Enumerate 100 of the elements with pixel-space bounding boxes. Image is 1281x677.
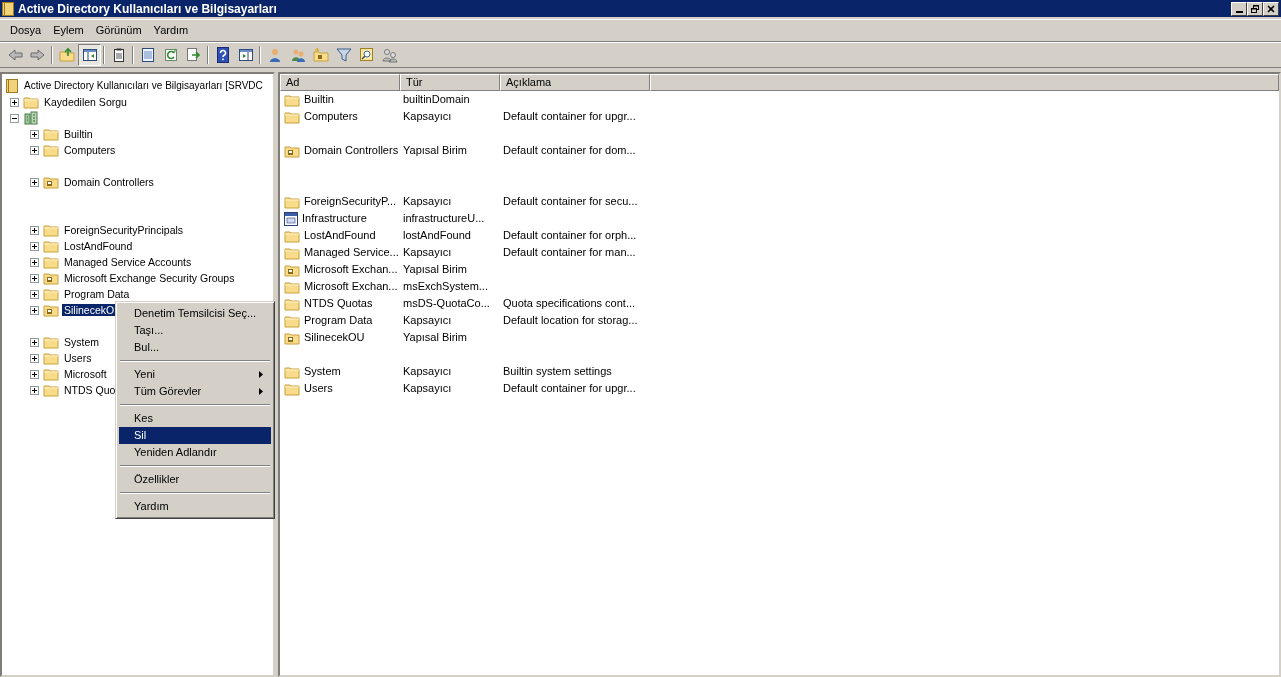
list-item-name[interactable]: SilinecekOU <box>304 332 365 343</box>
people-icon <box>381 47 398 63</box>
expand-icon[interactable] <box>30 177 39 187</box>
type-cell: Kapsayıcı <box>403 383 452 394</box>
expand-icon[interactable] <box>10 97 19 107</box>
type-cell: Yapısal Birim <box>403 145 467 156</box>
tree-item[interactable]: Computers <box>62 143 118 157</box>
expand-icon[interactable] <box>30 305 39 315</box>
menu-item[interactable]: Denetim Temsilcisi Seç... <box>119 305 271 322</box>
expand-icon[interactable] <box>30 385 39 395</box>
expand-icon[interactable] <box>30 129 39 139</box>
folder-icon <box>43 335 59 349</box>
expand-icon[interactable] <box>30 225 39 235</box>
expand-icon[interactable] <box>30 241 39 251</box>
tree-item[interactable]: LostAndFound <box>62 239 135 253</box>
list-item-name[interactable]: Computers <box>304 111 358 122</box>
minimize-icon <box>1235 10 1243 13</box>
expand-icon[interactable] <box>30 273 39 283</box>
tree-item[interactable]: Microsoft <box>62 367 109 381</box>
menu-item[interactable]: Taşı... <box>119 322 271 339</box>
folder-icon <box>284 296 300 311</box>
book-icon <box>5 78 19 94</box>
folder-icon <box>284 313 300 328</box>
folder-document-icon <box>43 271 59 285</box>
list-item-name[interactable]: LostAndFound <box>304 230 376 241</box>
menu-item[interactable]: Özellikler <box>119 471 271 488</box>
tree-item[interactable]: Kaydedilen Sorgu <box>42 95 129 109</box>
list-item-name[interactable]: Users <box>304 383 333 394</box>
tree-item[interactable]: ForeignSecurityPrincipals <box>62 223 186 237</box>
description-cell: Default container for secu... <box>503 196 638 207</box>
expand-icon[interactable] <box>30 369 39 379</box>
expand-icon[interactable] <box>30 337 39 347</box>
tree-item[interactable]: Microsoft Exchange Security Groups <box>62 271 237 285</box>
folder-icon <box>284 92 300 107</box>
menu-item[interactable]: Yardım <box>147 25 195 36</box>
list-item-name[interactable]: Builtin <box>304 94 334 105</box>
folder-icon <box>284 364 300 379</box>
menu-item[interactable]: Yeni <box>119 366 271 383</box>
minimize-button[interactable] <box>1231 1 1247 16</box>
tree-item[interactable]: NTDS Quo <box>62 383 118 397</box>
type-cell: builtinDomain <box>403 94 470 105</box>
type-cell: Kapsayıcı <box>403 366 452 377</box>
filter-icon <box>335 47 352 63</box>
description-cell: Default container for orph... <box>503 230 637 241</box>
menu-item[interactable]: Yardım <box>119 498 271 515</box>
menu-item[interactable]: Görünüm <box>89 25 148 36</box>
book-icon <box>2 1 14 16</box>
description-cell: Default container for upgr... <box>503 383 636 394</box>
tree-pane-icon <box>81 47 98 63</box>
tree-item[interactable]: Active Directory Kullanıcıları ve Bilgisayarları [SRVDC <box>22 80 265 92</box>
collapse-icon[interactable] <box>10 113 19 123</box>
list-item-name[interactable]: Program Data <box>304 315 373 326</box>
toolbar-button[interactable] <box>78 44 101 66</box>
tree-item[interactable]: Users <box>62 351 94 365</box>
list-item-name[interactable]: ForeignSecurityP... <box>304 196 397 207</box>
close-button[interactable] <box>1263 1 1279 16</box>
list-item-name[interactable]: Domain Controllers <box>304 145 399 156</box>
submenu-arrow-icon <box>259 371 263 378</box>
close-icon <box>1266 3 1276 14</box>
tree-item[interactable]: Managed Service Accounts <box>62 255 194 269</box>
type-cell: lostAndFound <box>403 230 471 241</box>
menu-item[interactable]: Dosya <box>4 25 48 36</box>
tree-item[interactable]: System <box>62 335 101 349</box>
column-header[interactable]: Açıklama <box>500 74 650 91</box>
back-arrow-icon <box>6 47 23 63</box>
description-cell: Builtin system settings <box>503 366 612 377</box>
folder-icon <box>43 223 59 237</box>
folder-document-icon <box>284 330 300 345</box>
list-item-name[interactable]: Microsoft Exchan... <box>304 281 398 292</box>
menu-item[interactable]: Tüm Görevler <box>119 383 271 400</box>
list-item-name[interactable]: Managed Service... <box>304 247 399 258</box>
menu-item[interactable]: Yeniden Adlandır <box>119 444 271 461</box>
column-header[interactable]: Ad <box>280 74 400 91</box>
menu-item[interactable]: Eylem <box>47 25 90 36</box>
menu-item[interactable]: Sil <box>119 427 271 444</box>
expand-icon[interactable] <box>30 289 39 299</box>
folder-icon <box>284 245 300 260</box>
expand-icon[interactable] <box>30 257 39 267</box>
list-item-name[interactable]: NTDS Quotas <box>304 298 373 309</box>
menu-item[interactable]: Kes <box>119 410 271 427</box>
tree-item[interactable]: Domain Controllers <box>62 175 156 189</box>
tree-item[interactable]: Program Data <box>62 287 132 301</box>
tree-item[interactable]: SilinecekO <box>62 303 117 317</box>
list-item-name[interactable]: Microsoft Exchan... <box>304 264 398 275</box>
list-item-name[interactable]: System <box>304 366 341 377</box>
list-item-name[interactable]: Infrastructure <box>302 213 367 224</box>
column-header[interactable]: Tür <box>400 74 500 91</box>
menu-item[interactable]: Bul... <box>119 339 271 356</box>
folder-icon <box>43 239 59 253</box>
type-cell: Kapsayıcı <box>403 315 452 326</box>
folder-document-icon <box>43 175 59 189</box>
folder-icon <box>284 279 300 294</box>
tree-item[interactable]: Builtin <box>62 127 95 141</box>
export-icon <box>185 47 202 63</box>
restore-button[interactable] <box>1247 1 1263 16</box>
restore-icon <box>1250 3 1260 14</box>
expand-icon[interactable] <box>30 145 39 155</box>
folder-document-icon <box>284 143 300 158</box>
folder-icon <box>43 127 59 141</box>
expand-icon[interactable] <box>30 353 39 363</box>
